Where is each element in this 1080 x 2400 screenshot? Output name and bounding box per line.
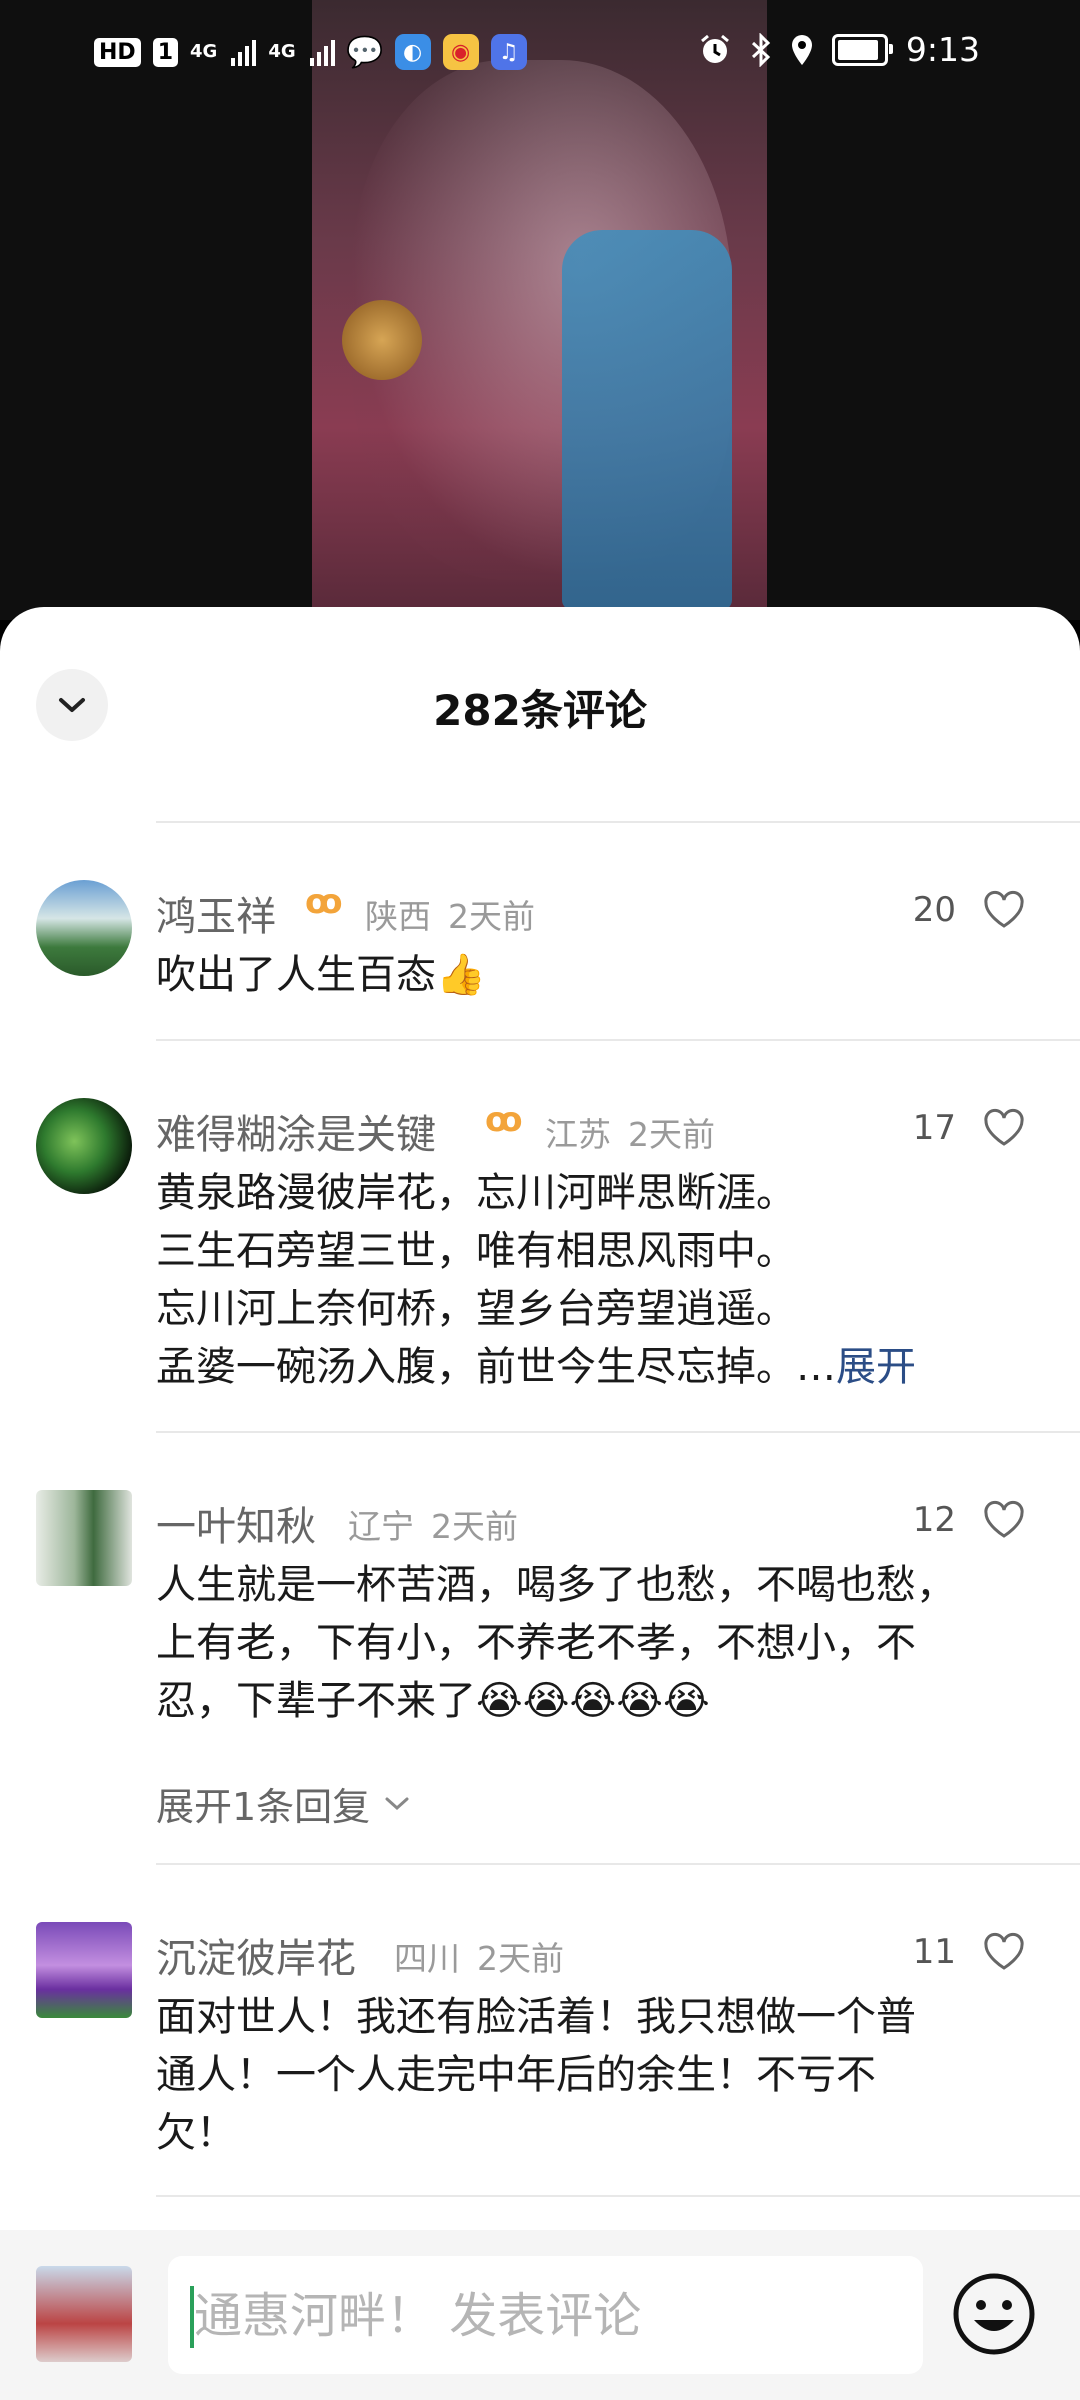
expand-replies-label: 展开1条回复 [156,1785,371,1829]
heart-icon[interactable] [982,1932,1026,1972]
level-badge-icon: ꝏ [485,1100,523,1140]
comment-text: 黄泉路漫彼岸花，忘川河畔思断涯。 三生石旁望三世，唯有相思风雨中。 忘川河上奈何… [156,1164,1040,1396]
level-badge-icon: ꝏ [305,882,343,922]
emoji-icon[interactable] [950,2270,1038,2358]
comment-line: 三生石旁望三世，唯有相思风雨中。 [156,1228,796,1274]
comment-count-title: 282条评论 [433,686,647,735]
comment-text: 面对世人！我还有脸活着！我只想做一个普 通人！一个人走完中年后的余生！不亏不 欠… [156,1988,1040,2162]
commenter-name[interactable]: 难得糊涂是关键 [156,1102,436,1160]
heart-icon[interactable] [982,1108,1026,1148]
comment-text: 人生就是一杯苦酒，喝多了也愁，不喝也愁， 上有老，下有小，不养老不孝，不想小，不… [156,1556,1040,1730]
expand-text-link[interactable]: 展开 [836,1344,916,1390]
comment-line: 黄泉路漫彼岸花，忘川河畔思断涯。 [156,1170,796,1216]
comment-line: 吹出了人生百态👍 [156,952,486,998]
network-type-2: 4G [268,41,296,62]
expand-replies-button[interactable]: 展开1条回复 [156,1776,410,1831]
comment-line: 面对世人！我还有脸活着！我只想做一个普 [156,1994,916,2040]
like-count: 11 [912,1932,956,1972]
network-type-1: 4G [190,41,218,62]
battery-icon [831,33,893,66]
comment-line: 忍，下辈子不来了😭😭😭😭😭 [156,1678,710,1724]
comment-input-box[interactable] [168,2256,923,2376]
avatar[interactable] [36,880,132,976]
chevron-down-icon [385,1797,409,1810]
comment-input-bar [0,2230,1080,2400]
clock: 9:13 [905,30,980,69]
comment-sheet: 282条评论 鸿玉祥 ꝏ 陕西 2天前 20 吹出了人生百态👍 难得糊涂是关键 … [0,607,1080,2400]
wechat-icon: 💬 [345,34,384,70]
status-bar: HD 1 4G 4G 💬 ◐ ◉ ♫ 9:13 [0,0,1080,110]
divider [156,821,1080,823]
comment-line: 孟婆一碗汤入腹，前世今生尽忘掉。… [156,1344,836,1390]
like-count: 17 [912,1108,956,1148]
divider [156,1431,1080,1433]
divider [156,1863,1080,1865]
avatar[interactable] [36,1098,132,1194]
comment-time: 2天前 [628,1115,715,1154]
comment-time: 2天前 [448,897,535,936]
comment-line: 通人！一个人走完中年后的余生！不亏不 [156,2052,876,2098]
sim-indicator: 1 [152,37,178,67]
avatar[interactable] [36,1922,132,2018]
avatar[interactable] [36,1490,132,1586]
comment-time: 2天前 [431,1507,518,1546]
my-avatar[interactable] [36,2266,132,2362]
signal-icon-2 [309,38,335,66]
weibo-icon: ◉ [442,34,479,70]
comment-location: 陕西 [365,897,431,936]
commenter-name[interactable]: 鸿玉祥 [156,884,276,942]
comment-time: 2天前 [477,1939,564,1978]
like-count: 12 [912,1500,956,1540]
heart-icon[interactable] [982,1500,1026,1540]
music-icon: ♫ [490,34,527,70]
like-count: 20 [912,890,956,930]
comment-line: 欠！ [156,2110,236,2156]
video-instrument [342,300,422,380]
comment-line: 上有老，下有小，不养老不孝，不想小，不 [156,1620,916,1666]
alarm-icon [700,34,729,63]
browser-icon: ◐ [394,34,431,70]
divider [156,1039,1080,1041]
comment-line: 忘川河上奈何桥，望乡台旁望逍遥。 [156,1286,796,1332]
comment-text: 吹出了人生百态👍 [156,946,1040,1004]
video-performer [562,230,732,610]
comment-input[interactable] [192,2256,896,2376]
signal-icon [231,38,257,66]
hd-indicator: HD [94,37,141,67]
heart-icon[interactable] [982,890,1026,930]
bluetooth-icon [751,32,771,67]
commenter-name[interactable]: 一叶知秋 [156,1494,316,1552]
divider [156,2195,1080,2197]
comment-location: 四川 [394,1939,460,1978]
comment-location: 辽宁 [348,1507,414,1546]
commenter-name[interactable]: 沉淀彼岸花 [156,1926,356,1984]
comment-line: 人生就是一杯苦酒，喝多了也愁，不喝也愁， [156,1562,956,1608]
comment-location: 江苏 [545,1115,611,1154]
location-icon [791,34,812,65]
